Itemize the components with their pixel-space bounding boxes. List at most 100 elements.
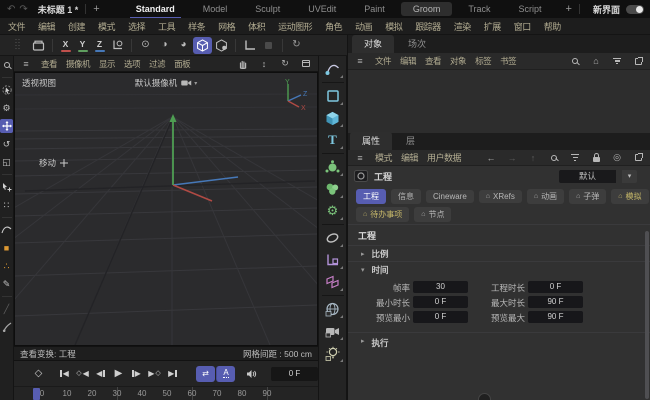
attr-lock-button[interactable] bbox=[590, 152, 602, 164]
menu-select[interactable]: 选择 bbox=[128, 20, 146, 33]
menu-tools[interactable]: 工具 bbox=[158, 20, 176, 33]
new-ui-toggle[interactable] bbox=[625, 4, 644, 14]
rotate-tool-button[interactable]: ↻ bbox=[287, 37, 306, 54]
om-detach-button[interactable] bbox=[632, 55, 644, 67]
menu-simulate[interactable]: 模拟 bbox=[385, 20, 403, 33]
undo-icon[interactable]: ↶ bbox=[7, 4, 15, 15]
tab-layers[interactable]: 层 bbox=[394, 132, 427, 150]
multi-tweak-tool-button[interactable]: ∷ bbox=[0, 198, 13, 212]
redo-icon[interactable]: ↷ bbox=[19, 4, 27, 15]
hamburger-icon[interactable]: ≡ bbox=[354, 55, 366, 67]
brush-tool-button[interactable] bbox=[0, 320, 13, 334]
add-document-button[interactable]: + bbox=[93, 3, 99, 15]
viewport-search-button[interactable] bbox=[0, 58, 13, 72]
live-selection-button[interactable] bbox=[0, 83, 13, 97]
preset-dropdown-button[interactable]: ▾ bbox=[622, 169, 637, 183]
timeline-ruler[interactable]: 0 10 20 30 40 50 60 70 80 90 bbox=[14, 386, 318, 400]
toolbar-cube-corner-button[interactable] bbox=[212, 37, 231, 54]
viewport-view-label[interactable]: 透视视图 bbox=[22, 77, 56, 89]
line-tool-button[interactable]: ╱ bbox=[0, 302, 13, 316]
menu-help[interactable]: 帮助 bbox=[544, 20, 562, 33]
null-axis-button[interactable] bbox=[321, 249, 345, 271]
min-time-field[interactable]: 0 F bbox=[413, 296, 468, 308]
goto-start-button[interactable]: ◀ bbox=[56, 366, 73, 382]
attributes-scrollbar[interactable] bbox=[645, 231, 649, 399]
group-time[interactable]: ▾ 时间 bbox=[348, 261, 650, 277]
viewport-camera-selector[interactable]: 默认摄像机 ▾ bbox=[135, 77, 198, 89]
snap-button[interactable] bbox=[259, 37, 278, 54]
om-search-button[interactable] bbox=[569, 55, 581, 67]
lock-y-axis-button[interactable]: Y bbox=[74, 37, 91, 54]
vp-menu-display[interactable]: 显示 bbox=[99, 58, 116, 70]
spline-tool-button[interactable] bbox=[0, 223, 13, 237]
document-tab[interactable]: 未标题 1 * bbox=[38, 3, 79, 16]
viewport-canvas[interactable]: 透视视图 默认摄像机 ▾ Y Z X 移动 bbox=[14, 72, 318, 346]
tab-sculpt[interactable]: Sculpt bbox=[241, 1, 294, 17]
max-time-field[interactable]: 90 F bbox=[528, 296, 583, 308]
tweak-tool-button[interactable] bbox=[0, 180, 13, 194]
attr-menu-userdata[interactable]: 用户数据 bbox=[427, 151, 462, 164]
prev-key-button[interactable]: ◇ ◀ bbox=[74, 366, 91, 382]
tab-script[interactable]: Script bbox=[505, 1, 556, 17]
scale-tool-button[interactable]: ◱ bbox=[0, 155, 13, 169]
group-execute[interactable]: ▸ 执行 bbox=[348, 332, 650, 400]
mode-tab-bullet[interactable]: ⌂ 子弹 bbox=[569, 189, 607, 204]
play-button[interactable]: ▶ bbox=[110, 366, 127, 382]
next-key-button[interactable]: ▶ ◇ bbox=[146, 366, 163, 382]
workplane-button[interactable] bbox=[240, 37, 259, 54]
attr-search-button[interactable] bbox=[548, 152, 560, 164]
toolbar-grip[interactable] bbox=[15, 39, 20, 51]
tab-takes[interactable]: 场次 bbox=[396, 35, 438, 53]
mode-tab-nodes[interactable]: ⌂ 节点 bbox=[414, 207, 452, 222]
om-menu-view[interactable]: 查看 bbox=[425, 55, 442, 67]
tab-objects[interactable]: 对象 bbox=[352, 35, 395, 53]
tab-attributes[interactable]: 属性 bbox=[350, 132, 393, 150]
project-duration-field[interactable]: 0 F bbox=[528, 281, 583, 293]
generator-button[interactable]: ⚙ bbox=[321, 200, 345, 222]
tab-uvedit[interactable]: UVEdit bbox=[294, 1, 350, 17]
menu-window[interactable]: 窗口 bbox=[514, 20, 532, 33]
move-tool-button[interactable] bbox=[0, 119, 13, 133]
menu-mesh[interactable]: 网格 bbox=[218, 20, 236, 33]
attr-detach-button[interactable] bbox=[632, 152, 644, 164]
tab-track[interactable]: Track bbox=[454, 1, 504, 17]
object-manager-list[interactable] bbox=[348, 70, 650, 133]
cloner-button[interactable] bbox=[321, 156, 345, 178]
scatter-tool-button[interactable]: ∴ bbox=[0, 259, 13, 273]
loop-playback-button[interactable]: ⇄ bbox=[196, 365, 215, 382]
pen-tool-button[interactable]: ✎ bbox=[0, 277, 13, 291]
vp-menu-view[interactable]: 查看 bbox=[41, 58, 58, 70]
menu-create[interactable]: 创建 bbox=[68, 20, 86, 33]
om-menu-tags[interactable]: 标签 bbox=[475, 55, 492, 67]
toolbar-mode-button-3[interactable]: ◕ bbox=[174, 37, 193, 54]
light-object-button[interactable] bbox=[321, 342, 345, 364]
tab-standard[interactable]: Standard bbox=[122, 1, 189, 19]
orbit-icon[interactable]: ↻ bbox=[279, 58, 291, 70]
field-button[interactable] bbox=[321, 271, 345, 293]
mode-tab-xrefs[interactable]: ⌂ XRefs bbox=[478, 190, 522, 203]
attr-up-button[interactable]: ↑ bbox=[527, 152, 539, 164]
mode-tab-project[interactable]: 工程 bbox=[356, 189, 386, 204]
lock-z-axis-button[interactable]: Z bbox=[91, 37, 108, 54]
menu-tracker[interactable]: 跟踪器 bbox=[415, 20, 441, 33]
menu-extensions[interactable]: 扩展 bbox=[484, 20, 502, 33]
om-menu-object[interactable]: 对象 bbox=[450, 55, 467, 67]
tool-settings-button[interactable]: ⚙ bbox=[0, 101, 13, 115]
attr-filter-button[interactable] bbox=[569, 152, 581, 164]
camera-object-button[interactable] bbox=[321, 320, 345, 342]
current-frame-field[interactable]: 0 F bbox=[271, 366, 318, 381]
hamburger-icon[interactable]: ≡ bbox=[354, 152, 366, 164]
menu-edit[interactable]: 编辑 bbox=[38, 20, 56, 33]
attr-forward-button[interactable]: → bbox=[506, 152, 518, 164]
mode-tab-animation[interactable]: ⌂ 动画 bbox=[526, 189, 565, 204]
rotate-tool-button[interactable]: ↺ bbox=[0, 137, 13, 151]
om-menu-edit[interactable]: 编辑 bbox=[400, 55, 417, 67]
dolly-icon[interactable]: ↕ bbox=[258, 58, 270, 70]
menu-animation[interactable]: 动画 bbox=[355, 20, 373, 33]
paint-square-button[interactable]: ■ bbox=[0, 241, 13, 255]
vp-menu-panel[interactable]: 面板 bbox=[174, 58, 191, 70]
menu-render[interactable]: 渲染 bbox=[454, 20, 472, 33]
toolbox-button[interactable] bbox=[29, 37, 48, 54]
spline-pen-button[interactable] bbox=[321, 58, 345, 80]
text-object-button[interactable]: T bbox=[321, 129, 345, 151]
